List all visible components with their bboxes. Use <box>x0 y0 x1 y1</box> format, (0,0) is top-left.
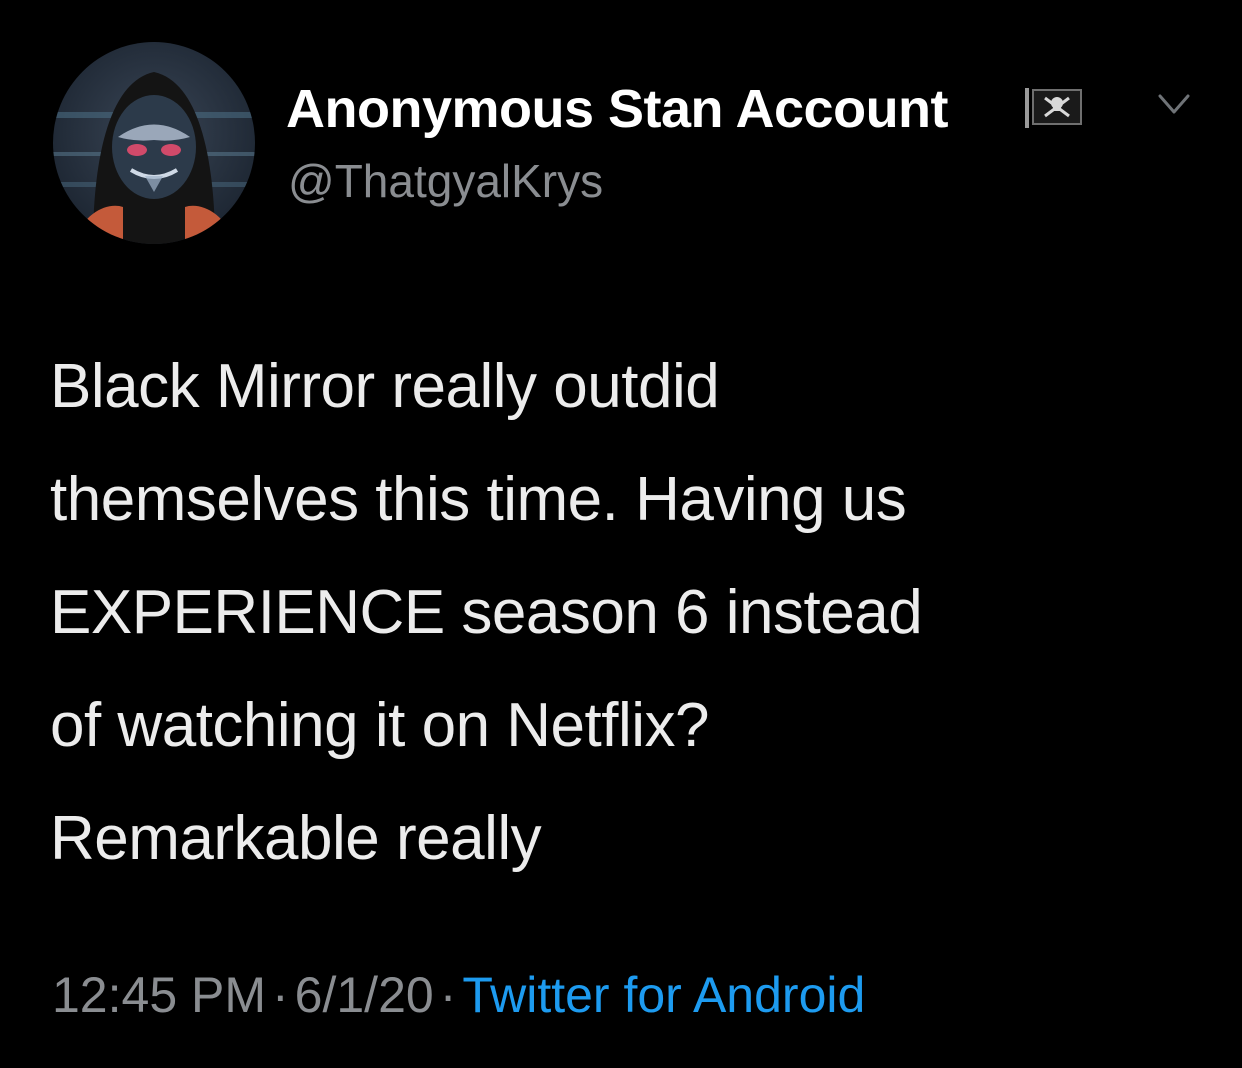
tweet-text-line: themselves this time. Having us <box>50 465 907 534</box>
tweet-meta: 12:45 PM · 6/1/20 · Twitter for Android <box>52 966 865 1024</box>
pirate-flag-icon <box>1025 88 1082 128</box>
avatar[interactable] <box>53 42 255 244</box>
tweet-text-line: of watching it on Netflix? <box>50 691 710 760</box>
tweet-date[interactable]: 6/1/20 <box>295 967 434 1023</box>
author-handle[interactable]: @ThatgyalKrys <box>288 154 603 208</box>
tweet-source-link[interactable]: Twitter for Android <box>462 967 865 1023</box>
display-name[interactable]: Anonymous Stan Account <box>286 78 949 140</box>
tweet-text: Black Mirror really outdid themselves th… <box>50 330 1200 895</box>
tweet-card: Anonymous Stan Account @ThatgyalKrys Bla… <box>0 0 1242 1068</box>
tweet-text-line: Black Mirror really outdid <box>50 352 720 421</box>
meta-separator: · <box>272 967 289 1023</box>
tweet-text-line: Remarkable really <box>50 804 542 873</box>
avatar-image <box>53 42 255 244</box>
chevron-down-icon[interactable] <box>1152 86 1196 122</box>
tweet-text-line: EXPERIENCE season 6 instead <box>50 578 923 647</box>
meta-separator: · <box>439 967 457 1023</box>
tweet-time[interactable]: 12:45 PM <box>52 967 266 1023</box>
